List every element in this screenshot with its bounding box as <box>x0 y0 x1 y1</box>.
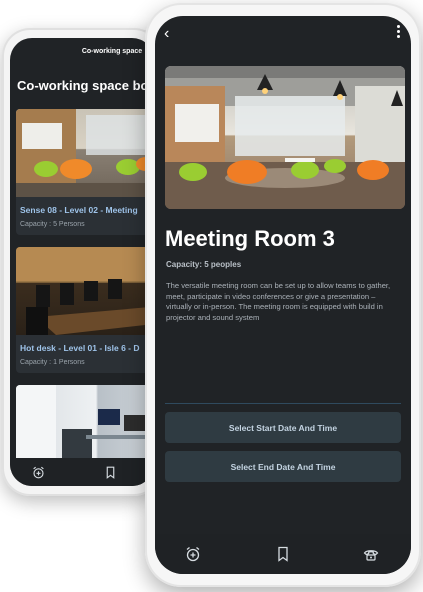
back-phone: Co-working space Co-working space boo Se… <box>2 28 162 496</box>
space-card-title: Sense 08 - Level 02 - Meeting <box>20 205 138 215</box>
room-description: The versatile meeting room can be set up… <box>166 281 391 322</box>
select-start-datetime-button[interactable]: Select Start Date And Time <box>165 412 401 443</box>
lounge-illustration <box>16 109 154 197</box>
bottom-nav <box>155 534 411 574</box>
alarm-add-icon[interactable] <box>185 546 201 562</box>
space-card-capacity: Capacity : 1 Persons <box>20 359 85 366</box>
space-card[interactable]: Sense 08 - Level 02 - Meeting Capacity :… <box>16 109 154 235</box>
space-card-capacity: Capacity : 5 Persons <box>20 221 85 228</box>
alarm-add-icon[interactable] <box>32 466 45 479</box>
bookmark-icon[interactable] <box>105 466 116 479</box>
room-capacity: Capacity: 5 peoples <box>166 260 242 269</box>
space-card[interactable]: Hot desk - Level 01 - Isle 6 - D Capacit… <box>16 247 154 373</box>
front-phone-screen: ‹ Meeting Room 3 Capacity: 5 peoples The… <box>155 16 411 574</box>
back-bottom-nav <box>10 458 154 486</box>
top-app-bar: ‹ <box>155 16 411 56</box>
section-divider <box>165 403 401 404</box>
meeting-room-illustration <box>165 66 405 209</box>
back-header-title: Co-working space <box>81 47 143 55</box>
space-list: Sense 08 - Level 02 - Meeting Capacity :… <box>16 109 154 485</box>
select-end-datetime-button[interactable]: Select End Date And Time <box>165 451 401 482</box>
back-arrow-icon[interactable]: ‹ <box>164 26 169 42</box>
bookmark-icon[interactable] <box>275 546 291 562</box>
back-page-heading: Co-working space boo <box>17 78 154 93</box>
phone-icon[interactable] <box>363 546 379 562</box>
front-phone: ‹ Meeting Room 3 Capacity: 5 peoples The… <box>145 3 421 587</box>
boardroom-illustration <box>16 247 154 335</box>
space-photo <box>16 247 154 335</box>
room-photo <box>165 66 405 209</box>
back-phone-screen: Co-working space Co-working space boo Se… <box>10 38 154 486</box>
space-card-title: Hot desk - Level 01 - Isle 6 - D <box>20 343 140 353</box>
more-vert-icon[interactable] <box>397 25 401 38</box>
space-photo <box>16 109 154 197</box>
room-title: Meeting Room 3 <box>165 226 335 251</box>
